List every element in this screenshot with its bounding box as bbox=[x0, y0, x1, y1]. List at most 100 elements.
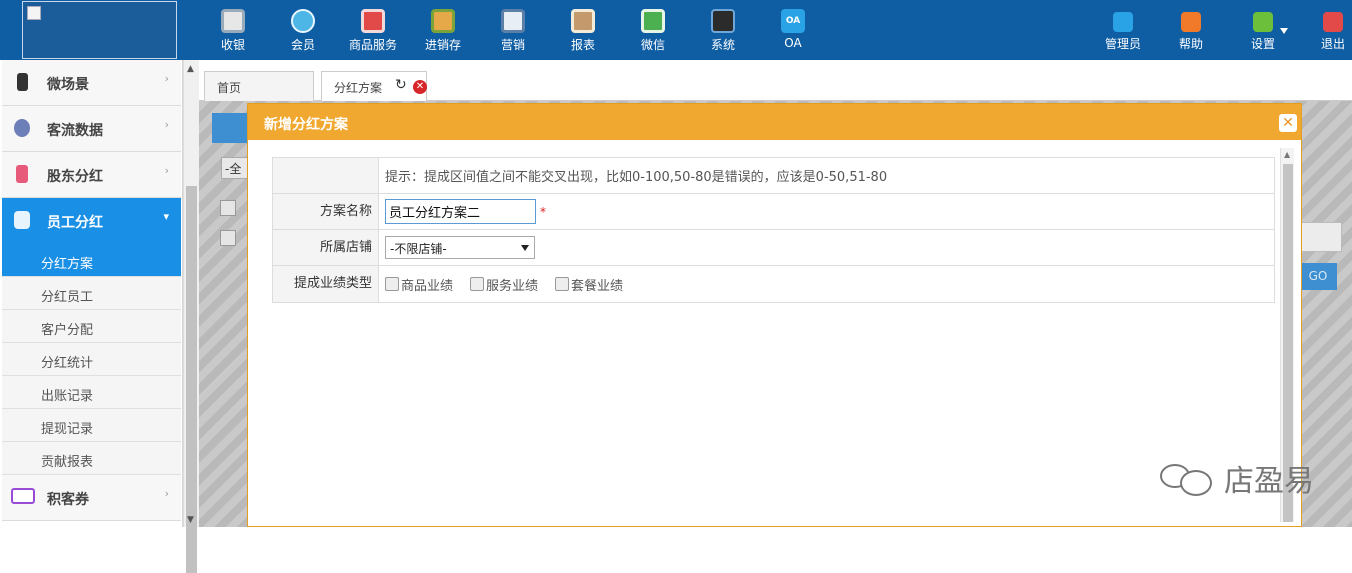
sidebar-item-contribution-report[interactable]: 贡献报表 bbox=[2, 442, 181, 475]
checkbox[interactable] bbox=[385, 277, 399, 291]
sidebar-item-withdraw-records[interactable]: 提现记录 bbox=[2, 409, 181, 442]
background-input bbox=[1300, 222, 1342, 252]
background-select: -全 bbox=[221, 157, 249, 179]
dialog-header: 新增分红方案 ✕ bbox=[248, 104, 1301, 140]
store-label: 所属店铺 bbox=[273, 230, 379, 265]
nav-marketing[interactable]: 营销 bbox=[478, 0, 548, 60]
nav-logout[interactable]: 退出 bbox=[1298, 0, 1352, 60]
sidebar-item-label: 客户分配 bbox=[41, 323, 94, 338]
phone-icon bbox=[17, 73, 28, 91]
close-icon[interactable]: ✕ bbox=[413, 80, 427, 94]
hint-text: 提示：提成区间值之间不能交叉出现，比如0-100,50-80是错误的，应该是0-… bbox=[385, 170, 888, 185]
sidebar-group-label: 员工分红 bbox=[47, 215, 103, 231]
top-navbar: 收银 会员 商品服务 进销存 营销 报表 微信 系统 OA OA 管理员 帮助 bbox=[0, 0, 1352, 60]
member-icon bbox=[291, 9, 315, 33]
sidebar: 微场景 › 客流数据 › 股东分红 › 员工分红 ▾ 分红方案 分红员工 客户分… bbox=[0, 60, 183, 527]
sidebar-group-employee-bonus[interactable]: 员工分红 ▾ bbox=[2, 198, 181, 244]
sidebar-item-payout-records[interactable]: 出账记录 bbox=[2, 376, 181, 409]
performance-type-label: 提成业绩类型 bbox=[273, 266, 379, 302]
settings-gear-icon bbox=[1253, 12, 1273, 32]
chevron-right-icon: › bbox=[164, 164, 169, 177]
scroll-down-icon[interactable]: ▼ bbox=[187, 515, 194, 525]
nav-admin[interactable]: 管理员 bbox=[1088, 0, 1158, 60]
wechat-icon bbox=[641, 9, 665, 33]
plan-name-row: 方案名称 * bbox=[273, 194, 1274, 230]
sidebar-group-label: 积客券 bbox=[47, 492, 89, 508]
hint-label bbox=[273, 158, 379, 193]
chevron-right-icon: › bbox=[164, 118, 169, 131]
sidebar-group-label: 微场景 bbox=[47, 77, 89, 93]
sidebar-item-bonus-stats[interactable]: 分红统计 bbox=[2, 343, 181, 376]
inventory-icon bbox=[431, 9, 455, 33]
sidebar-group-label: 股东分红 bbox=[47, 169, 103, 185]
sidebar-group-traffic[interactable]: 客流数据 › bbox=[2, 106, 181, 152]
nav-report[interactable]: 报表 bbox=[548, 0, 618, 60]
nav-label: 进销存 bbox=[424, 38, 461, 52]
close-icon[interactable]: ✕ bbox=[1279, 114, 1297, 132]
checkbox-package-performance[interactable]: 套餐业绩 bbox=[555, 275, 623, 294]
nav-inventory[interactable]: 进销存 bbox=[408, 0, 478, 60]
chevron-down-icon bbox=[521, 245, 529, 251]
checkbox[interactable] bbox=[470, 277, 485, 291]
checkbox-product-performance[interactable]: 商品业绩 bbox=[385, 275, 453, 294]
globe-icon bbox=[14, 119, 30, 137]
sidebar-item-bonus-plan[interactable]: 分红方案 bbox=[2, 244, 181, 277]
nav-system[interactable]: 系统 bbox=[688, 0, 758, 60]
sidebar-item-label: 分红员工 bbox=[41, 290, 94, 305]
background-checkbox bbox=[220, 200, 236, 216]
sidebar-item-label: 贡献报表 bbox=[41, 455, 94, 470]
plan-name-input[interactable] bbox=[385, 199, 536, 224]
tab-bonus-plan[interactable]: 分红方案 ↻ ✕ bbox=[321, 71, 427, 102]
nav-label: 设置 bbox=[1250, 37, 1275, 51]
nav-cashier[interactable]: 收银 bbox=[198, 0, 268, 60]
sidebar-item-label: 提现记录 bbox=[41, 422, 94, 437]
nav-label: 系统 bbox=[710, 38, 735, 52]
admin-icon bbox=[1113, 12, 1133, 32]
nav-member[interactable]: 会员 bbox=[268, 0, 338, 60]
background-button bbox=[212, 113, 252, 143]
sidebar-group-micro-scene[interactable]: 微场景 › bbox=[2, 60, 181, 106]
nav-label: 收银 bbox=[220, 38, 245, 52]
scroll-up-icon[interactable]: ▲ bbox=[1284, 150, 1290, 159]
nav-wechat[interactable]: 微信 bbox=[618, 0, 688, 60]
dialog-body: 提示：提成区间值之间不能交叉出现，比如0-100,50-80是错误的，应该是0-… bbox=[248, 140, 1301, 526]
sidebar-group-shareholder[interactable]: 股东分红 › bbox=[2, 152, 181, 198]
background-checkbox bbox=[220, 230, 236, 246]
nav-oa[interactable]: OA OA bbox=[758, 0, 828, 60]
sidebar-group-coupon[interactable]: 积客券 › bbox=[2, 475, 181, 521]
sidebar-item-customer-assign[interactable]: 客户分配 bbox=[2, 310, 181, 343]
nav-label: 退出 bbox=[1320, 37, 1345, 51]
nav-label: 会员 bbox=[290, 38, 315, 52]
sidebar-item-label: 出账记录 bbox=[41, 389, 94, 404]
store-row: 所属店铺 -不限店铺- bbox=[273, 230, 1274, 266]
logout-icon bbox=[1323, 12, 1343, 32]
sidebar-scrollbar[interactable]: ▲ ▼ bbox=[183, 60, 199, 573]
bonus-plan-form: 提示：提成区间值之间不能交叉出现，比如0-100,50-80是错误的，应该是0-… bbox=[272, 157, 1275, 303]
checkbox-label: 服务业绩 bbox=[486, 278, 539, 294]
checkbox[interactable] bbox=[555, 277, 570, 291]
oa-icon: OA bbox=[781, 9, 805, 33]
wechat-watermark-icon bbox=[1160, 460, 1220, 496]
store-select[interactable]: -不限店铺- bbox=[385, 236, 535, 259]
nav-product-service[interactable]: 商品服务 bbox=[338, 0, 408, 60]
tab-bar: 首页 分红方案 ↻ ✕ bbox=[199, 60, 1352, 102]
nav-label: 报表 bbox=[570, 38, 595, 52]
watermark: 店盈易 bbox=[1160, 458, 1314, 499]
performance-type-row: 提成业绩类型 商品业绩 服务业绩 套餐业绩 bbox=[273, 266, 1274, 302]
tab-label: 首页 bbox=[217, 81, 242, 95]
chevron-down-icon[interactable] bbox=[1280, 28, 1288, 34]
refresh-icon[interactable]: ↻ bbox=[395, 77, 407, 93]
sidebar-item-bonus-staff[interactable]: 分红员工 bbox=[2, 277, 181, 310]
store-select-value: -不限店铺- bbox=[390, 242, 447, 256]
checkbox-service-performance[interactable]: 服务业绩 bbox=[470, 275, 538, 294]
product-service-icon bbox=[361, 9, 385, 33]
scroll-up-icon[interactable]: ▲ bbox=[187, 64, 194, 74]
report-icon bbox=[571, 9, 595, 33]
checkbox-label: 商品业绩 bbox=[401, 278, 454, 294]
tab-home[interactable]: 首页 bbox=[204, 71, 314, 101]
background-go-button: GO bbox=[1299, 263, 1337, 290]
megaphone-icon bbox=[501, 9, 525, 33]
required-mark: * bbox=[540, 204, 546, 219]
nav-help[interactable]: 帮助 bbox=[1156, 0, 1226, 60]
nav-label: 微信 bbox=[640, 38, 665, 52]
